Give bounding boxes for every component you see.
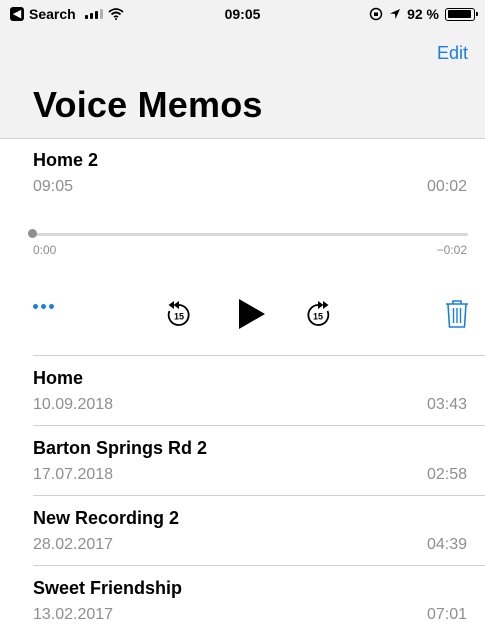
memo-duration: 03:43 xyxy=(426,396,467,413)
memo-name: Home xyxy=(33,368,84,388)
skip-back-15-icon: 15 xyxy=(167,301,190,326)
memo-date: 17.07.2018 xyxy=(33,466,114,483)
expanded-memo: Home 2 09:05 00:02 0:00 −0:02 15 15 xyxy=(0,139,485,355)
location-arrow-icon xyxy=(390,9,401,19)
memo-duration: 07:01 xyxy=(426,606,467,623)
scrubber-handle[interactable] xyxy=(28,229,37,238)
skip-back-label: 15 xyxy=(174,312,184,322)
battery-icon xyxy=(445,7,478,21)
play-button[interactable] xyxy=(237,297,267,331)
skip-forward-15-button[interactable]: 15 xyxy=(305,300,331,328)
remaining-time: −0:02 xyxy=(436,243,467,257)
more-options-button[interactable] xyxy=(33,304,54,309)
memo-list: Home 10.09.2018 03:43 Barton Springs Rd … xyxy=(0,355,485,635)
play-icon xyxy=(239,299,265,329)
playback-scrubber[interactable] xyxy=(33,233,468,236)
list-item[interactable]: Home 10.09.2018 03:43 xyxy=(33,355,485,425)
skip-forward-15-icon: 15 xyxy=(307,301,330,326)
memo-date: 28.02.2017 xyxy=(33,536,114,553)
memo-name: New Recording 2 xyxy=(33,508,180,528)
page-title: Voice Memos xyxy=(33,84,263,125)
memo-name: Barton Springs Rd 2 xyxy=(33,438,208,458)
edit-button[interactable]: Edit xyxy=(437,43,468,64)
status-bar: ◀ Search 09:05 92 % xyxy=(0,0,485,30)
list-item[interactable]: Sweet Friendship 13.02.2017 07:01 xyxy=(33,565,485,635)
list-item[interactable]: New Recording 2 28.02.2017 04:39 xyxy=(33,495,485,565)
dot-icon xyxy=(41,304,46,309)
memo-name: Sweet Friendship xyxy=(33,578,183,598)
battery-percentage: 92 % xyxy=(407,6,439,22)
memo-date: 09:05 xyxy=(33,178,74,195)
delete-button[interactable] xyxy=(445,299,469,329)
memo-date: 10.09.2018 xyxy=(33,396,114,413)
memo-date: 13.02.2017 xyxy=(33,606,114,623)
memo-duration: 00:02 xyxy=(426,178,467,195)
memo-title[interactable]: Home 2 xyxy=(33,150,98,171)
skip-forward-label: 15 xyxy=(313,312,323,322)
memo-duration: 04:39 xyxy=(426,536,467,553)
nav-header: Edit Voice Memos xyxy=(0,30,485,139)
elapsed-time: 0:00 xyxy=(33,243,57,257)
dot-icon xyxy=(33,304,38,309)
dot-icon xyxy=(49,304,54,309)
memo-duration: 02:58 xyxy=(426,466,467,483)
skip-back-15-button[interactable]: 15 xyxy=(166,300,192,328)
orientation-lock-icon xyxy=(369,7,383,21)
trash-icon xyxy=(446,300,468,328)
list-item[interactable]: Barton Springs Rd 2 17.07.2018 02:58 xyxy=(33,425,485,495)
